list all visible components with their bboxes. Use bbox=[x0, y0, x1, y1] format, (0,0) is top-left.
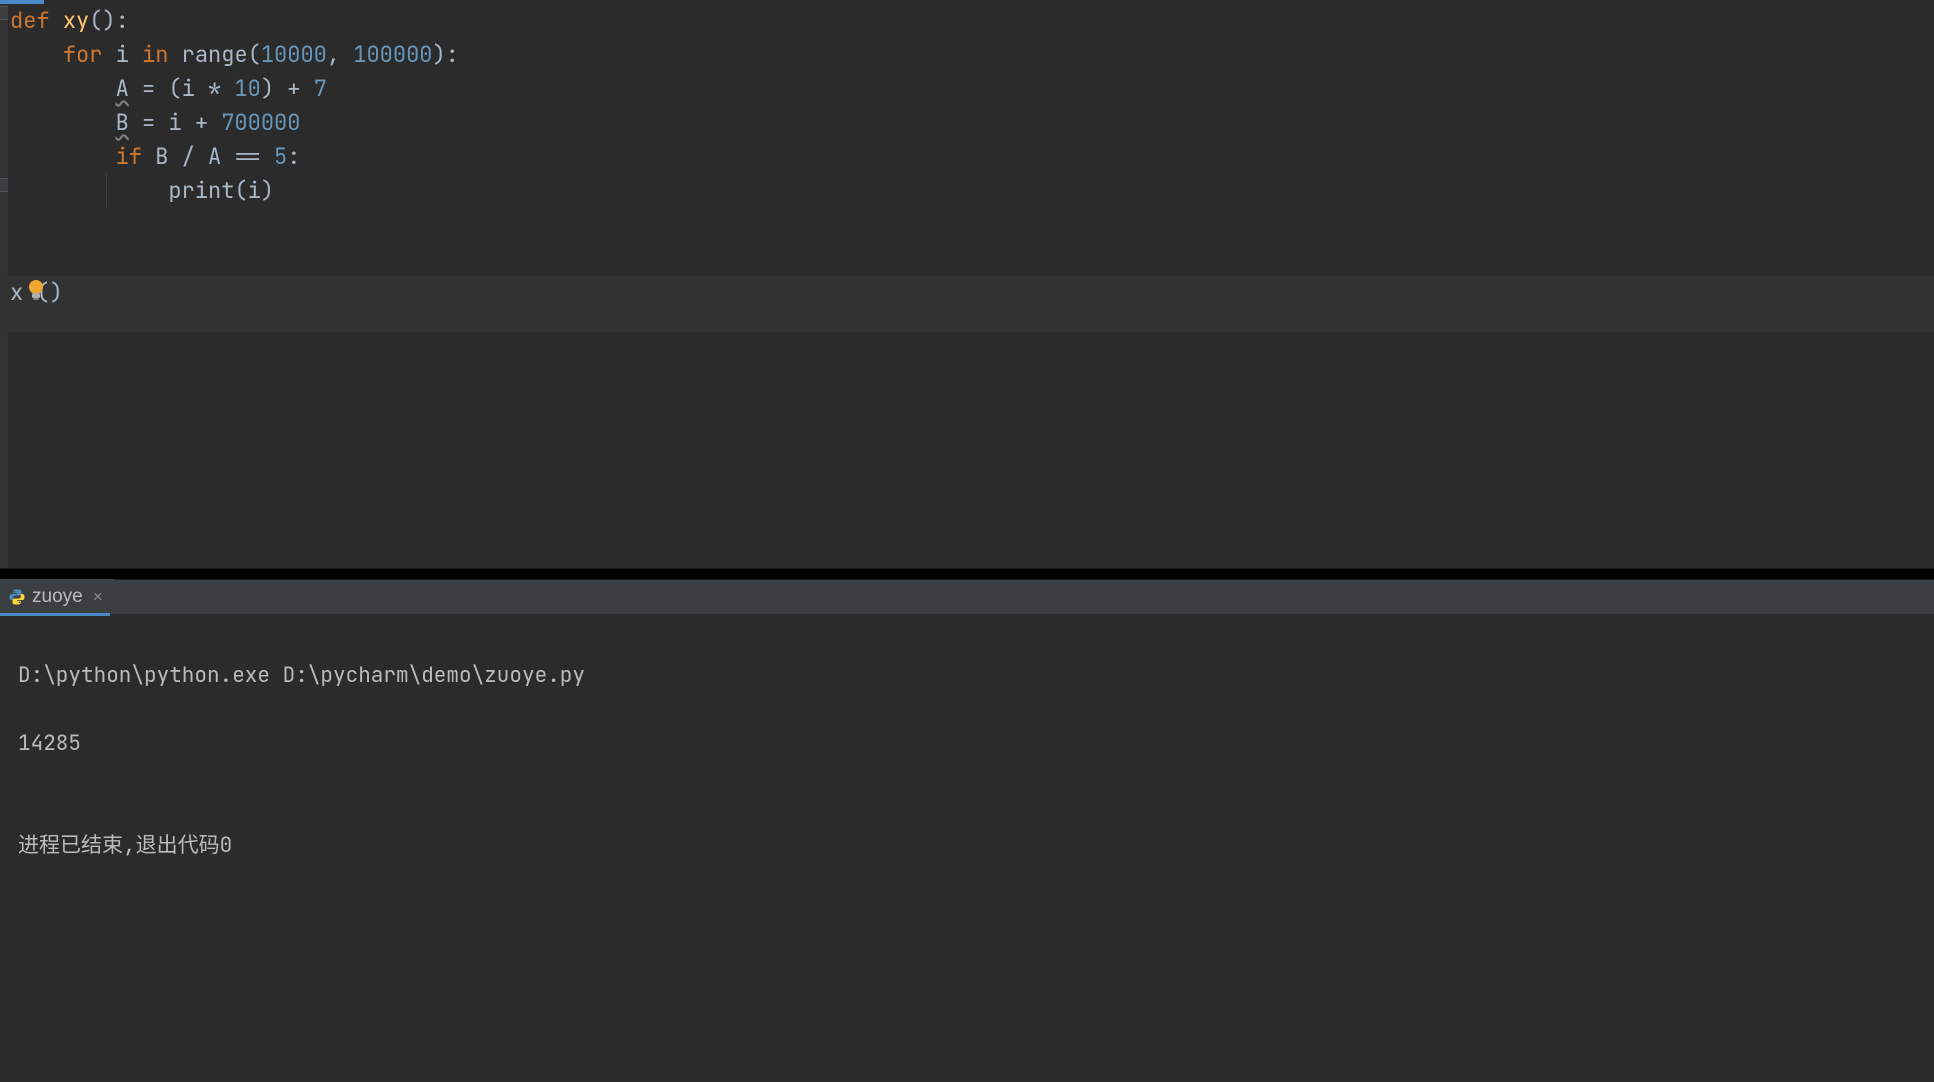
close-tab-icon[interactable]: × bbox=[93, 587, 103, 607]
console-line: D:\python\python.exe D:\pycharm\demo\zuo… bbox=[18, 659, 1916, 693]
run-tab-active-underline bbox=[0, 613, 110, 616]
panel-splitter[interactable] bbox=[0, 568, 1934, 580]
intention-bulb-icon[interactable] bbox=[26, 278, 46, 302]
run-tab-zuoye[interactable]: zuoye × bbox=[0, 579, 115, 614]
python-file-icon bbox=[8, 588, 26, 606]
ide-root: def xy(): for i in range(10000, 100000):… bbox=[0, 0, 1934, 1082]
fold-mark-icon[interactable] bbox=[0, 6, 8, 20]
run-tab-bar: zuoye × bbox=[0, 580, 1934, 615]
fold-mark-icon[interactable] bbox=[0, 178, 8, 192]
source-code[interactable]: def xy(): for i in range(10000, 100000):… bbox=[10, 4, 1934, 310]
console-line: 进程已结束,退出代码0 bbox=[18, 829, 1916, 863]
console-output[interactable]: D:\python\python.exe D:\pycharm\demo\zuo… bbox=[0, 615, 1934, 1082]
console-line: 14285 bbox=[18, 727, 1916, 761]
code-editor-pane[interactable]: def xy(): for i in range(10000, 100000):… bbox=[0, 0, 1934, 568]
run-tool-window: zuoye × D:\python\python.exe D:\pycharm\… bbox=[0, 580, 1934, 1082]
run-tab-label: zuoye bbox=[32, 586, 83, 608]
